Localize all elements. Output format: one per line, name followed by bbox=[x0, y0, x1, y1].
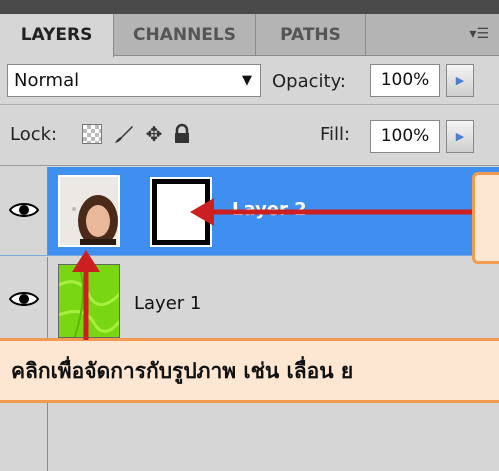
layer-row-layer-2[interactable]: Layer 2 bbox=[0, 167, 499, 256]
tab-channels[interactable]: CHANNELS bbox=[114, 14, 256, 56]
opacity-slider-button[interactable]: ▶ bbox=[446, 64, 474, 97]
lock-fill-row: Lock: ✥ Fill: 100% ▶ bbox=[0, 106, 499, 166]
layer-mask-thumbnail[interactable] bbox=[150, 177, 212, 247]
visibility-toggle[interactable] bbox=[0, 167, 48, 255]
blend-mode-select[interactable]: Normal ▼ bbox=[7, 64, 261, 97]
fill-label: Fill: bbox=[320, 124, 351, 145]
annotation-callout-bottom: คลิกเพื่อจัดการกับรูปภาพ เช่น เลื่อน ย bbox=[0, 338, 499, 403]
visibility-toggle[interactable] bbox=[0, 257, 48, 346]
panel-menu-icon[interactable]: ▾☰ bbox=[469, 26, 489, 42]
blend-mode-value: Normal bbox=[14, 70, 80, 91]
tab-layers[interactable]: LAYERS bbox=[0, 14, 114, 57]
lock-label: Lock: bbox=[10, 124, 58, 145]
opacity-input[interactable]: 100% bbox=[370, 64, 440, 97]
panel-top-strip bbox=[0, 0, 499, 14]
eye-icon bbox=[9, 203, 39, 217]
eye-icon bbox=[9, 292, 39, 306]
lock-move-icon[interactable]: ✥ bbox=[142, 122, 166, 146]
lock-all-icon[interactable] bbox=[170, 122, 194, 146]
opacity-label: Opacity: bbox=[272, 71, 346, 92]
layer-row-layer-1[interactable]: Layer 1 bbox=[0, 257, 499, 347]
lock-paint-icon[interactable] bbox=[112, 122, 136, 146]
fill-input[interactable]: 100% bbox=[370, 120, 440, 153]
layer-thumbnail-green[interactable] bbox=[58, 264, 120, 338]
layer-name[interactable]: Layer 1 bbox=[134, 293, 201, 314]
annotation-text: คลิกเพื่อจัดการกับรูปภาพ เช่น เลื่อน ย bbox=[11, 359, 354, 383]
fill-slider-button[interactable]: ▶ bbox=[446, 120, 474, 153]
panel-tabs: LAYERS CHANNELS PATHS ▾☰ bbox=[0, 14, 499, 57]
layer-name[interactable]: Layer 2 bbox=[232, 199, 307, 220]
blend-opacity-row: Normal ▼ Opacity: 100% ▶ bbox=[0, 57, 499, 105]
lock-transparent-icon[interactable] bbox=[80, 122, 104, 146]
annotation-callout-right bbox=[472, 172, 499, 264]
chevron-down-icon: ▼ bbox=[242, 73, 252, 88]
tab-paths[interactable]: PATHS bbox=[256, 14, 366, 56]
layer-thumbnail-photo[interactable] bbox=[58, 175, 120, 247]
